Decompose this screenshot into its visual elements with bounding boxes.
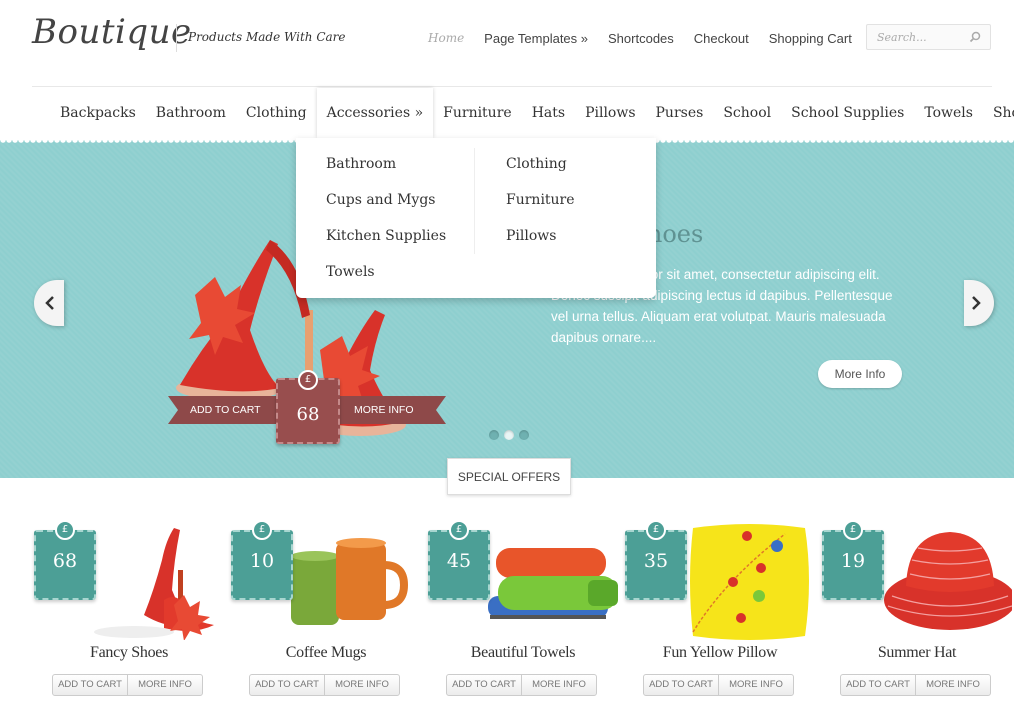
product-price-tag: £ 45	[428, 520, 490, 602]
category-navigation: Backpacks Bathroom Clothing Accessories …	[50, 88, 1014, 138]
currency-symbol: £	[449, 520, 469, 540]
currency-symbol: £	[252, 520, 272, 540]
category-school-supplies[interactable]: School Supplies	[781, 88, 914, 138]
site-header: Boutique Products Made With Care Home Pa…	[0, 0, 1014, 88]
dropdown-item-bathroom[interactable]: Bathroom	[326, 148, 446, 184]
search-box	[866, 24, 991, 50]
product-price-tag: £ 10	[231, 520, 293, 602]
site-tagline: Products Made With Care	[188, 30, 346, 44]
add-to-cart-button[interactable]: ADD TO CART	[447, 675, 522, 695]
product-actions: ADD TO CART MORE INFO	[52, 674, 203, 696]
product-price: 10	[249, 550, 275, 572]
category-towels[interactable]: Towels	[914, 88, 983, 138]
product-price: 68	[52, 550, 78, 572]
slider-dot-2[interactable]	[504, 430, 514, 440]
add-to-cart-button[interactable]: ADD TO CART	[53, 675, 128, 695]
more-info-button[interactable]: MORE INFO	[128, 675, 202, 695]
currency-symbol: £	[55, 520, 75, 540]
dropdown-item-cups-and-mygs[interactable]: Cups and Mygs	[326, 184, 446, 220]
product-image-yellow-pillow[interactable]	[665, 520, 815, 640]
category-pillows[interactable]: Pillows	[575, 88, 645, 138]
more-info-button[interactable]: MORE INFO	[522, 675, 596, 695]
slider-dot-3[interactable]	[519, 430, 529, 440]
site-logo[interactable]: Boutique	[32, 12, 192, 52]
product-name[interactable]: Coffee Mugs	[231, 644, 421, 662]
hero-more-info-button[interactable]: MORE INFO	[338, 396, 446, 424]
product-price: 35	[643, 550, 669, 572]
hero-price-tag: £ 68	[276, 370, 340, 446]
tagline-divider	[176, 24, 177, 52]
product-card-summer-hat: £ 19 Summer Hat ADD TO CART MORE INFO	[822, 520, 1012, 710]
product-name[interactable]: Beautiful Towels	[428, 644, 618, 662]
product-image-towels[interactable]	[468, 520, 618, 640]
search-icon[interactable]	[969, 31, 981, 43]
category-purses[interactable]: Purses	[646, 88, 714, 138]
add-to-cart-button[interactable]: ADD TO CART	[644, 675, 719, 695]
product-name[interactable]: Fancy Shoes	[34, 644, 224, 662]
dropdown-divider	[474, 148, 475, 254]
top-navigation: Home Page Templates » Shortcodes Checkou…	[418, 31, 862, 46]
dropdown-column-2: Clothing Furniture Pillows	[506, 148, 575, 256]
product-actions: ADD TO CART MORE INFO	[643, 674, 794, 696]
category-accessories[interactable]: Accessories »	[316, 88, 434, 138]
add-to-cart-button[interactable]: ADD TO CART	[250, 675, 325, 695]
more-info-button[interactable]: MORE INFO	[916, 675, 990, 695]
slider-dot-1[interactable]	[489, 430, 499, 440]
special-offers-heading: SPECIAL OFFERS	[447, 458, 571, 495]
chevron-left-icon	[45, 296, 54, 310]
currency-symbol: £	[646, 520, 666, 540]
dropdown-item-pillows[interactable]: Pillows	[506, 220, 575, 256]
currency-symbol: £	[298, 370, 318, 390]
add-to-cart-button[interactable]: ADD TO CART	[841, 675, 916, 695]
nav-link-page-templates[interactable]: Page Templates »	[474, 31, 598, 46]
product-card-beautiful-towels: £ 45 Beautiful Towels ADD TO CART MORE I…	[428, 520, 618, 710]
accessories-dropdown-menu: Bathroom Cups and Mygs Kitchen Supplies …	[296, 138, 656, 298]
product-card-fancy-shoes: £ 68 Fancy Shoes ADD TO CART MORE INFO	[34, 520, 214, 710]
slider-pagination	[489, 430, 529, 440]
product-actions: ADD TO CART MORE INFO	[446, 674, 597, 696]
product-card-coffee-mugs: £ 10 Coffee Mugs ADD TO CART MORE INFO	[231, 520, 409, 710]
dropdown-item-furniture[interactable]: Furniture	[506, 184, 575, 220]
product-price: 45	[446, 550, 472, 572]
search-input[interactable]	[867, 25, 967, 49]
more-info-button[interactable]: MORE INFO	[719, 675, 793, 695]
currency-symbol: £	[843, 520, 863, 540]
product-name[interactable]: Summer Hat	[822, 644, 1012, 662]
dropdown-item-towels[interactable]: Towels	[326, 256, 446, 292]
dropdown-column-1: Bathroom Cups and Mygs Kitchen Supplies …	[326, 148, 446, 292]
category-school[interactable]: School	[713, 88, 781, 138]
product-image-red-heels[interactable]	[74, 520, 224, 640]
product-actions: ADD TO CART MORE INFO	[840, 674, 991, 696]
more-info-button[interactable]: MORE INFO	[325, 675, 399, 695]
category-hats[interactable]: Hats	[522, 88, 575, 138]
slider-next-button[interactable]	[964, 280, 994, 326]
nav-link-home[interactable]: Home	[418, 31, 474, 46]
product-actions: ADD TO CART MORE INFO	[249, 674, 400, 696]
nav-link-shopping-cart[interactable]: Shopping Cart	[759, 31, 862, 46]
category-bathroom[interactable]: Bathroom	[146, 88, 236, 138]
chevron-right-icon	[972, 296, 981, 310]
category-shoes[interactable]: Shoes	[983, 88, 1014, 138]
hero-more-info-link[interactable]: More Info	[818, 360, 902, 388]
category-furniture[interactable]: Furniture	[433, 88, 522, 138]
product-price-tag: £ 68	[34, 520, 96, 602]
product-image-red-hat[interactable]	[862, 520, 1012, 640]
nav-link-checkout[interactable]: Checkout	[684, 31, 759, 46]
header-divider	[32, 86, 992, 87]
product-name[interactable]: Fun Yellow Pillow	[625, 644, 815, 662]
dropdown-item-clothing[interactable]: Clothing	[506, 148, 575, 184]
hero-add-to-cart-button[interactable]: ADD TO CART	[168, 396, 276, 424]
hero-price: 68	[296, 404, 320, 425]
product-price: 19	[840, 550, 866, 572]
slider-prev-button[interactable]	[34, 280, 64, 326]
nav-link-shortcodes[interactable]: Shortcodes	[598, 31, 684, 46]
product-price-tag: £ 19	[822, 520, 884, 602]
product-card-fun-yellow-pillow: £ 35 Fun Yellow Pillow ADD TO CART MORE …	[625, 520, 809, 710]
dropdown-item-kitchen-supplies[interactable]: Kitchen Supplies	[326, 220, 446, 256]
product-image-mugs[interactable]	[271, 520, 421, 640]
product-price-tag: £ 35	[625, 520, 687, 602]
category-clothing[interactable]: Clothing	[236, 88, 317, 138]
category-backpacks[interactable]: Backpacks	[50, 88, 146, 138]
